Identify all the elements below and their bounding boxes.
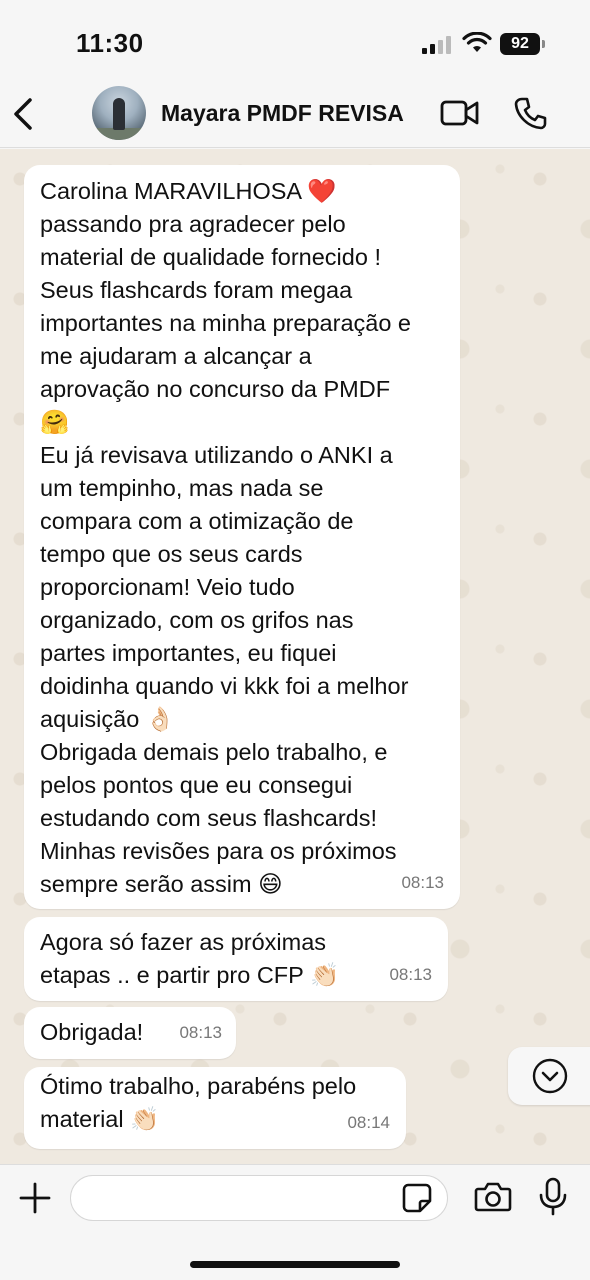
microphone-icon[interactable]: [538, 1177, 568, 1217]
scroll-to-bottom-button[interactable]: [508, 1047, 590, 1105]
battery-indicator: 92: [500, 33, 545, 55]
message-text: Ótimo trabalho, parabéns pelo material 👏…: [40, 1073, 357, 1132]
chevron-down-icon: [532, 1058, 568, 1094]
message-time: 08:14: [347, 1113, 390, 1132]
message-bubble[interactable]: Carolina MARAVILHOSA ❤️ passando pra agr…: [24, 165, 460, 909]
back-chevron-icon[interactable]: [10, 94, 40, 134]
status-bar: 11:30 92: [0, 0, 590, 80]
home-indicator: [190, 1261, 400, 1268]
message-bubble[interactable]: Ótimo trabalho, parabéns pelo material 👏…: [24, 1067, 406, 1149]
message-time: 08:13: [389, 965, 432, 984]
chat-header: Mayara PMDF REVISA: [0, 80, 590, 148]
avatar[interactable]: [92, 86, 146, 140]
message-text: Agora só fazer as próximas etapas .. e p…: [40, 929, 340, 988]
message-bubble[interactable]: Obrigada! 08:13: [24, 1007, 236, 1059]
message-time: 08:13: [179, 1023, 222, 1042]
camera-icon[interactable]: [474, 1181, 512, 1213]
wifi-icon: [462, 32, 492, 52]
plus-icon[interactable]: [18, 1181, 52, 1215]
message-text: Carolina MARAVILHOSA ❤️ passando pra agr…: [40, 178, 411, 897]
phone-call-icon[interactable]: [514, 96, 548, 130]
video-call-icon[interactable]: [440, 98, 480, 128]
sticker-icon[interactable]: [402, 1183, 432, 1213]
cellular-signal-icon: [422, 36, 451, 54]
composer-bar: [0, 1164, 590, 1280]
status-time: 11:30: [76, 28, 144, 58]
message-input[interactable]: [70, 1175, 448, 1221]
message-bubble[interactable]: Agora só fazer as próximas etapas .. e p…: [24, 917, 448, 1001]
chat-area[interactable]: Carolina MARAVILHOSA ❤️ passando pra agr…: [0, 149, 590, 1164]
message-time: 08:13: [401, 873, 444, 892]
contact-name[interactable]: Mayara PMDF REVISA: [161, 100, 404, 127]
